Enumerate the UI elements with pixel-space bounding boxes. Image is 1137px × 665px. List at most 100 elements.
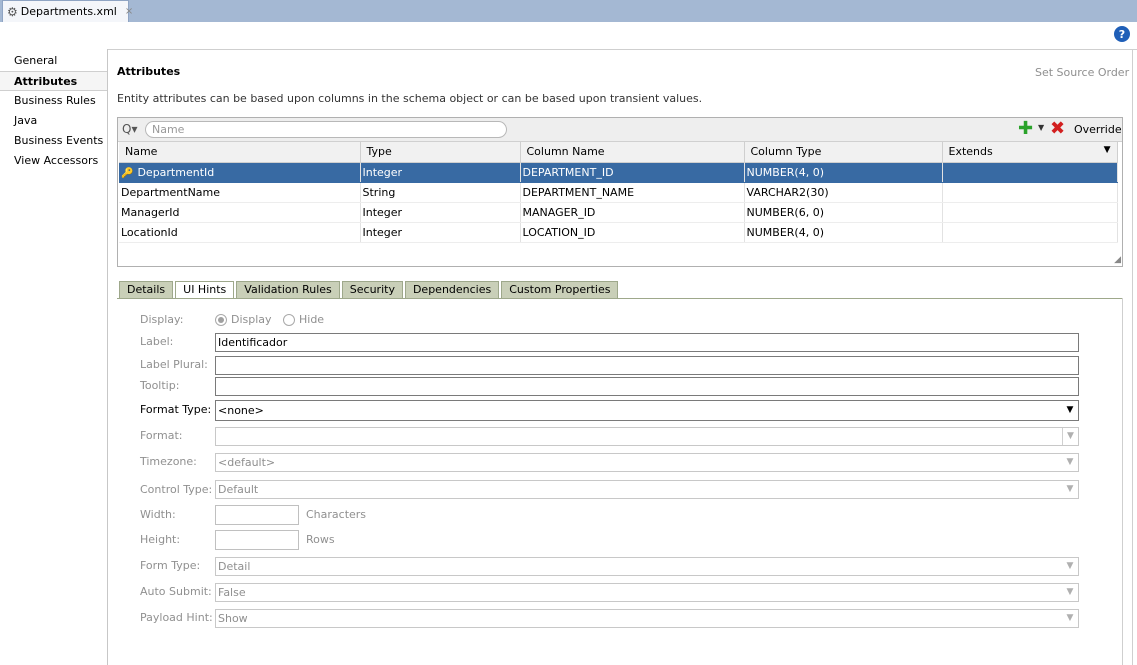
height-input[interactable] <box>215 530 299 550</box>
table-row[interactable]: DepartmentName String DEPARTMENT_NAME VA… <box>119 182 1118 203</box>
height-label: Height: <box>140 533 181 546</box>
column-header-type[interactable]: Type <box>360 142 521 163</box>
cell-column-name: LOCATION_ID <box>520 222 745 243</box>
format-combo[interactable]: ▼ <box>215 427 1079 446</box>
attributes-table: Name Type Column Name Column Type Extend… <box>119 142 1118 243</box>
form-right-border <box>1122 298 1123 665</box>
cell-extends <box>942 182 1118 203</box>
cell-type: Integer <box>360 222 521 243</box>
timezone-select[interactable]: <default> ▼ <box>215 453 1079 472</box>
column-header-extends-label: Extends <box>948 145 993 159</box>
cell-name: 🔑 DepartmentId <box>119 162 361 183</box>
chevron-down-icon: ▼ <box>1066 405 1074 415</box>
set-source-order-link[interactable]: Set Source Order <box>1035 66 1129 79</box>
tab-ui-hints[interactable]: UI Hints <box>175 281 235 299</box>
tab-dependencies[interactable]: Dependencies <box>404 281 500 299</box>
chevron-down-icon: ▼ <box>1066 457 1074 467</box>
cell-extends <box>942 202 1118 223</box>
content-divider <box>108 49 1137 50</box>
cell-column-name: DEPARTMENT_ID <box>520 162 745 183</box>
editor-tab-title: Departments.xml <box>20 5 117 18</box>
cell-column-name: DEPARTMENT_NAME <box>520 182 745 203</box>
page-title: Attributes <box>117 65 181 78</box>
nav-item-java[interactable]: Java <box>0 111 107 131</box>
form-type-select[interactable]: Detail ▼ <box>215 557 1079 576</box>
column-header-extends[interactable]: Extends ▼ <box>942 142 1118 163</box>
table-row[interactable]: ManagerId Integer MANAGER_ID NUMBER(6, 0… <box>119 202 1118 223</box>
column-header-name[interactable]: Name <box>119 142 361 163</box>
display-label: Display: <box>140 313 184 326</box>
height-unit: Rows <box>306 533 335 546</box>
nav-item-business-rules[interactable]: Business Rules <box>0 91 107 111</box>
editor-nav: General Attributes Business Rules Java B… <box>0 49 108 665</box>
format-type-select[interactable]: <none> ▼ <box>215 400 1079 421</box>
width-label: Width: <box>140 508 176 521</box>
form-type-value: Detail <box>218 560 251 573</box>
tab-custom-properties[interactable]: Custom Properties <box>501 281 619 299</box>
payload-hint-select[interactable]: Show ▼ <box>215 609 1079 628</box>
cell-extends <box>942 162 1118 183</box>
chevron-down-icon: ▼ <box>1066 561 1074 571</box>
resize-grip-icon[interactable]: ◢ <box>1114 255 1121 265</box>
payload-hint-value: Show <box>218 612 248 625</box>
cell-column-name: MANAGER_ID <box>520 202 745 223</box>
control-type-value: Default <box>218 483 259 496</box>
chevron-down-icon: ▼ <box>1066 484 1074 494</box>
auto-submit-value: False <box>218 586 246 599</box>
tab-validation-rules[interactable]: Validation Rules <box>236 281 340 299</box>
cell-column-type: NUMBER(4, 0) <box>744 162 943 183</box>
radio-selected-icon <box>215 313 227 326</box>
close-icon[interactable]: × <box>125 6 133 17</box>
cell-name: DepartmentName <box>119 182 361 203</box>
attributes-panel: Q▾ ✚ ▼ ✖ Override Name Type Column Name … <box>117 117 1123 267</box>
tab-security[interactable]: Security <box>341 281 403 299</box>
table-row[interactable]: LocationId Integer LOCATION_ID NUMBER(4,… <box>119 222 1118 243</box>
hide-radio-label: Hide <box>299 313 325 326</box>
display-radio-label: Display <box>231 313 272 326</box>
add-dropdown-icon[interactable]: ▼ <box>1038 123 1044 132</box>
cell-extends <box>942 222 1118 243</box>
column-header-column-type[interactable]: Column Type <box>744 142 943 163</box>
attributes-toolbar: Q▾ ✚ ▼ ✖ Override <box>118 118 1122 142</box>
column-header-column-name[interactable]: Column Name <box>520 142 745 163</box>
cell-type: Integer <box>360 162 521 183</box>
tooltip-input[interactable] <box>215 377 1079 396</box>
delete-icon[interactable]: ✖ <box>1050 119 1065 139</box>
search-icon[interactable]: Q▾ <box>122 122 137 136</box>
timezone-label: Timezone: <box>140 455 197 468</box>
cell-name: ManagerId <box>119 202 361 223</box>
label-input[interactable]: Identificador <box>215 333 1079 352</box>
cell-type: Integer <box>360 202 521 223</box>
property-tabs: Details UI Hints Validation Rules Securi… <box>119 281 620 299</box>
help-icon[interactable]: ? <box>1114 26 1130 42</box>
tooltip-label: Tooltip: <box>140 379 180 392</box>
search-input[interactable] <box>145 121 507 138</box>
chevron-down-icon: ▼ <box>1062 428 1078 445</box>
auto-submit-select[interactable]: False ▼ <box>215 583 1079 602</box>
radio-unselected-icon <box>283 313 295 326</box>
control-type-select[interactable]: Default ▼ <box>215 480 1079 499</box>
auto-submit-label: Auto Submit: <box>140 585 212 598</box>
override-button[interactable]: Override <box>1074 123 1122 136</box>
form-type-label: Form Type: <box>140 559 201 572</box>
editor-tab-departments[interactable]: ⚙ Departments.xml × <box>2 0 133 22</box>
add-icon[interactable]: ✚ <box>1018 120 1033 138</box>
table-header-row: Name Type Column Name Column Type Extend… <box>119 142 1118 163</box>
nav-item-view-accessors[interactable]: View Accessors <box>0 151 107 171</box>
primary-key-icon: 🔑 <box>121 167 134 179</box>
tab-details[interactable]: Details <box>119 281 174 299</box>
editor-tab-strip: ⚙ Departments.xml × <box>0 0 1137 22</box>
format-label: Format: <box>140 429 183 442</box>
nav-item-attributes[interactable]: Attributes <box>0 71 107 91</box>
nav-item-business-events[interactable]: Business Events <box>0 131 107 151</box>
width-input[interactable] <box>215 505 299 525</box>
hide-radio[interactable]: Hide <box>283 313 324 326</box>
cell-column-type: NUMBER(4, 0) <box>744 222 943 243</box>
label-field-label: Label: <box>140 335 174 348</box>
display-radio[interactable]: Display <box>215 313 272 326</box>
column-menu-icon[interactable]: ▼ <box>1104 145 1111 155</box>
format-type-value: <none> <box>218 404 264 417</box>
table-row[interactable]: 🔑 DepartmentId Integer DEPARTMENT_ID NUMB… <box>119 162 1118 183</box>
nav-item-general[interactable]: General <box>0 51 107 71</box>
label-plural-input[interactable] <box>215 356 1079 375</box>
